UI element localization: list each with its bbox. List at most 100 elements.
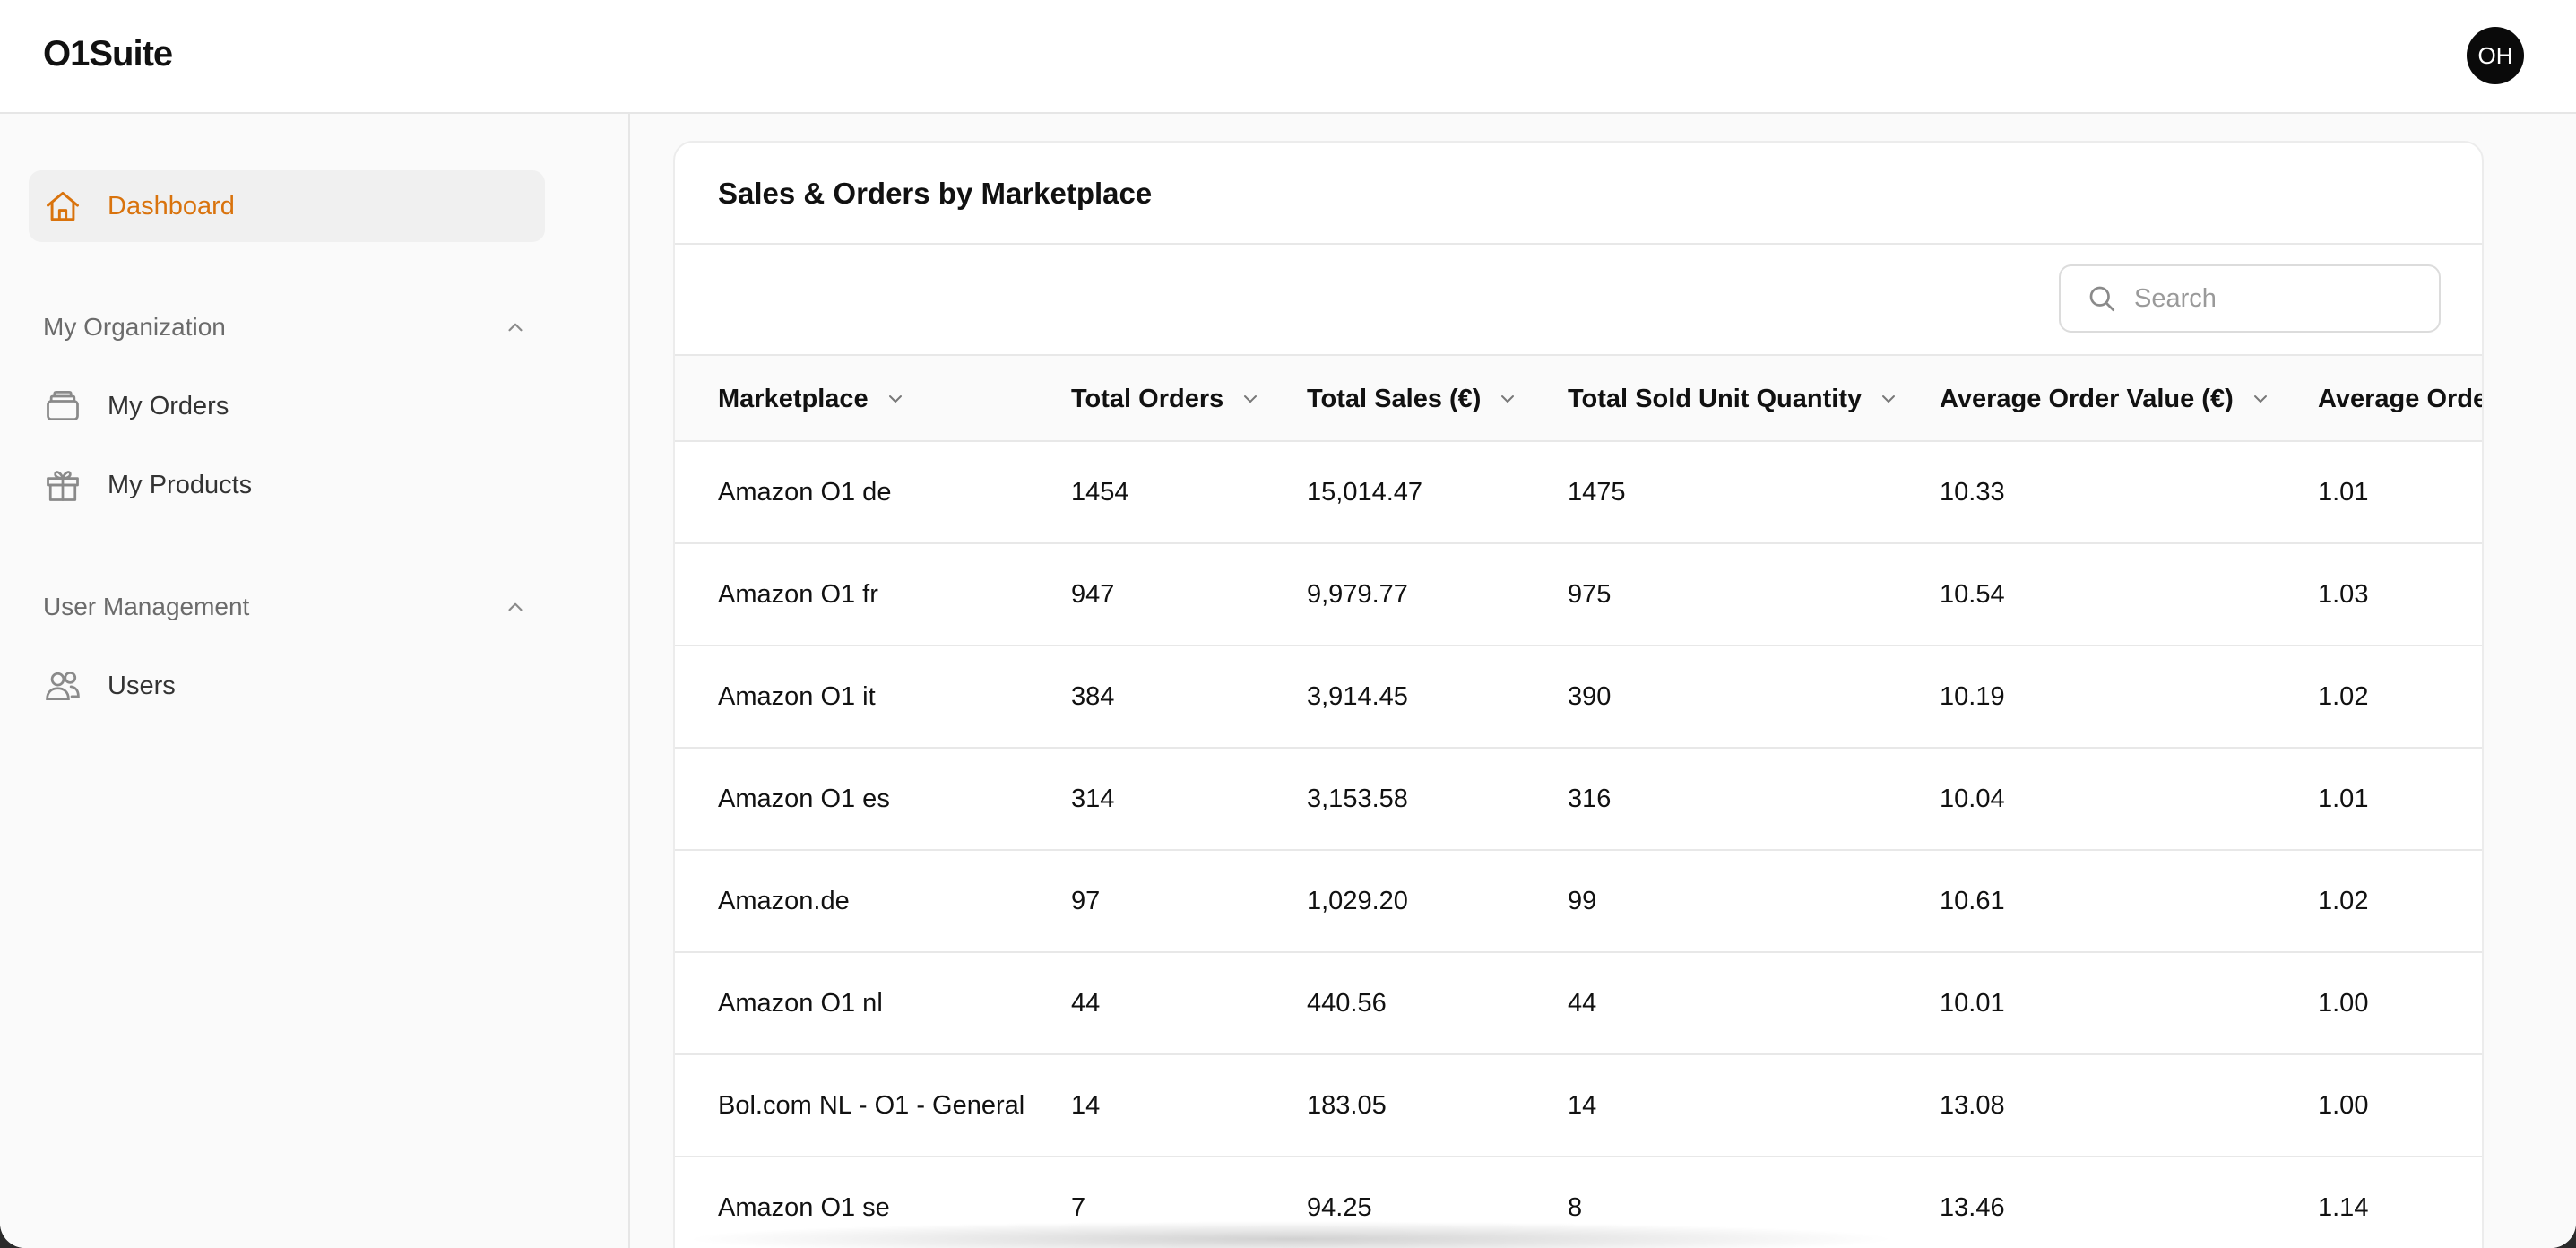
cell-total-sold-units: 14 xyxy=(1568,1090,1597,1120)
section-title: My Organization xyxy=(43,313,226,341)
user-avatar[interactable]: OH xyxy=(2467,27,2524,84)
column-header-total-sold-unit-quantity[interactable]: Total Sold Unit Quantity xyxy=(1568,356,1899,442)
table-row[interactable]: Amazon O1 it 384 3,914.45 390 10.19 1.02 xyxy=(675,646,2482,749)
cell-total-sales: 3,914.45 xyxy=(1307,681,1408,711)
cell-average-order-units: 1.00 xyxy=(2318,988,2369,1018)
sidebar-item-my-products[interactable]: My Products xyxy=(29,449,545,521)
cell-total-orders: 97 xyxy=(1071,886,1101,915)
chevron-down-icon xyxy=(2253,395,2267,403)
sales-orders-card: Sales & Orders by Marketplace Marketplac… xyxy=(673,141,2484,1248)
sidebar-item-label: My Products xyxy=(108,470,253,499)
search-input[interactable] xyxy=(2134,283,2421,314)
cell-average-order-units: 1.14 xyxy=(2318,1192,2369,1222)
chevron-down-icon xyxy=(1882,395,1896,403)
cell-total-orders: 1454 xyxy=(1071,477,1129,507)
cell-average-order-units: 1.00 xyxy=(2318,1090,2369,1120)
cell-total-sales: 440.56 xyxy=(1307,988,1387,1018)
cell-marketplace: Amazon O1 es xyxy=(718,784,890,813)
chevron-up-icon xyxy=(508,323,523,332)
table-row[interactable]: Amazon O1 fr 947 9,979.77 975 10.54 1.03 xyxy=(675,544,2482,646)
app-logo[interactable]: O1Suite xyxy=(43,34,173,74)
column-header-total-orders[interactable]: Total Orders xyxy=(1071,356,1261,442)
cell-marketplace: Amazon.de xyxy=(718,886,850,915)
cell-average-order-units: 1.01 xyxy=(2318,784,2369,813)
column-header-average-order-value[interactable]: Average Order Value (€) xyxy=(1940,356,2271,442)
sidebar-item-label: Users xyxy=(108,671,176,700)
cell-total-orders: 44 xyxy=(1071,988,1101,1018)
cell-total-sales: 9,979.77 xyxy=(1307,579,1408,609)
chevron-down-icon xyxy=(1501,395,1515,403)
cell-total-orders: 384 xyxy=(1071,681,1115,711)
card-title: Sales & Orders by Marketplace xyxy=(718,177,1153,210)
cell-marketplace: Amazon O1 nl xyxy=(718,988,883,1018)
table-row[interactable]: Amazon.de 97 1,029.20 99 10.61 1.02 xyxy=(675,851,2482,953)
table-row[interactable]: Amazon O1 nl 44 440.56 44 10.01 1.00 xyxy=(675,953,2482,1055)
cell-total-sold-units: 44 xyxy=(1568,988,1597,1018)
cell-total-sales: 15,014.47 xyxy=(1307,477,1423,507)
chevron-up-icon xyxy=(508,602,523,611)
search-box[interactable] xyxy=(2059,264,2441,333)
cell-total-sold-units: 975 xyxy=(1568,579,1612,609)
cell-average-order-units: 1.02 xyxy=(2318,681,2369,711)
cell-average-order-value: 10.54 xyxy=(1940,579,2005,609)
cell-marketplace: Amazon O1 de xyxy=(718,477,892,507)
top-bar: O1Suite OH xyxy=(0,0,2576,114)
cell-total-orders: 314 xyxy=(1071,784,1115,813)
column-header-marketplace[interactable]: Marketplace xyxy=(718,356,906,442)
cell-average-order-units: 1.03 xyxy=(2318,579,2369,609)
search-icon xyxy=(2089,286,2115,312)
column-label: Total Sold Unit Quantity xyxy=(1568,384,1863,413)
users-icon xyxy=(43,666,82,706)
cell-total-sales: 1,029.20 xyxy=(1307,886,1408,915)
sidebar-item-dashboard[interactable]: Dashboard xyxy=(29,170,545,242)
cell-total-sold-units: 1475 xyxy=(1568,477,1626,507)
sidebar: Dashboard My Organization My Orders My P… xyxy=(0,114,630,1248)
cell-marketplace: Bol.com NL - O1 - General xyxy=(718,1090,1025,1120)
table-row[interactable]: Amazon O1 de 1454 15,014.47 1475 10.33 1… xyxy=(675,442,2482,544)
cell-total-sales: 183.05 xyxy=(1307,1090,1387,1120)
app-window: O1Suite OH Dashboard My Organization My … xyxy=(0,0,2576,1248)
column-header-total-sales[interactable]: Total Sales (€) xyxy=(1307,356,1518,442)
chevron-down-icon xyxy=(888,395,902,403)
cell-total-sold-units: 99 xyxy=(1568,886,1597,915)
gift-icon xyxy=(43,465,82,505)
cell-marketplace: Amazon O1 it xyxy=(718,681,876,711)
section-user-management[interactable]: User Management xyxy=(43,587,527,627)
cell-average-order-value: 10.61 xyxy=(1940,886,2005,915)
cell-average-order-value: 13.46 xyxy=(1940,1192,2005,1222)
cell-total-orders: 947 xyxy=(1071,579,1115,609)
cell-average-order-value: 10.19 xyxy=(1940,681,2005,711)
cell-total-sold-units: 316 xyxy=(1568,784,1612,813)
cell-average-order-value: 10.33 xyxy=(1940,477,2005,507)
cell-average-order-value: 13.08 xyxy=(1940,1090,2005,1120)
cell-total-sales: 3,153.58 xyxy=(1307,784,1408,813)
sidebar-item-label: My Orders xyxy=(108,391,229,420)
cell-marketplace: Amazon O1 fr xyxy=(718,579,878,609)
table-header: Marketplace Total Orders Total Sales (€)… xyxy=(675,354,2482,442)
orders-icon xyxy=(43,386,82,426)
column-label: Total Orders xyxy=(1071,384,1224,413)
cell-average-order-units: 1.02 xyxy=(2318,886,2369,915)
right-gutter xyxy=(2525,114,2576,1248)
sidebar-item-label: Dashboard xyxy=(108,191,235,221)
home-icon xyxy=(43,186,82,226)
column-label: Marketplace xyxy=(718,384,869,413)
column-label: Average Order Value (€) xyxy=(1940,384,2234,413)
column-label: Total Sales (€) xyxy=(1307,384,1482,413)
chevron-down-icon xyxy=(1244,395,1258,403)
sidebar-item-users[interactable]: Users xyxy=(29,650,545,722)
section-my-organization[interactable]: My Organization xyxy=(43,308,527,347)
column-label: Average Orde xyxy=(2318,384,2484,413)
cell-average-order-units: 1.01 xyxy=(2318,477,2369,507)
cell-average-order-value: 10.04 xyxy=(1940,784,2005,813)
scroll-shadow xyxy=(681,1221,1900,1248)
table-row[interactable]: Amazon O1 es 314 3,153.58 316 10.04 1.01 xyxy=(675,749,2482,851)
divider xyxy=(675,243,2482,245)
section-title: User Management xyxy=(43,593,250,620)
column-header-average-order-units[interactable]: Average Orde xyxy=(2318,356,2484,442)
cell-total-orders: 14 xyxy=(1071,1090,1101,1120)
table-row[interactable]: Bol.com NL - O1 - General 14 183.05 14 1… xyxy=(675,1055,2482,1157)
sidebar-item-my-orders[interactable]: My Orders xyxy=(29,370,545,442)
cell-average-order-value: 10.01 xyxy=(1940,988,2005,1018)
cell-total-sold-units: 390 xyxy=(1568,681,1612,711)
